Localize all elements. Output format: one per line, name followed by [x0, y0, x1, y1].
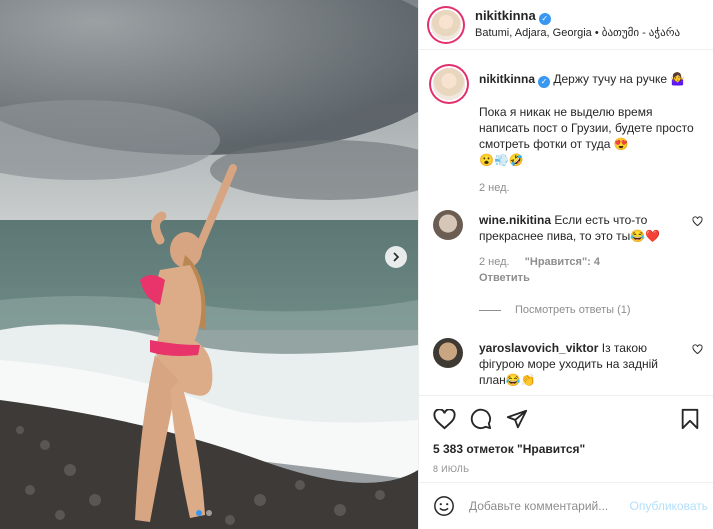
- caption-title: Держу тучу на ручке 🤷‍♀️: [553, 72, 686, 86]
- post-date: 8 июль: [433, 464, 470, 474]
- like-comment-heart-icon[interactable]: [692, 216, 703, 227]
- post-actions: 5 383 отметок "Нравится" 8 июль: [419, 395, 713, 487]
- caption-body: Пока я никак не выделю время написать по…: [479, 105, 694, 151]
- caption-username[interactable]: nikitkinna: [479, 72, 535, 86]
- carousel-dot-active: [196, 510, 202, 516]
- author-avatar[interactable]: [433, 68, 465, 100]
- comment-username[interactable]: yaroslavovich_viktor: [479, 341, 598, 355]
- next-photo-button[interactable]: [385, 246, 407, 268]
- comment: yaroslavovich_viktor Із такою фігурою мо…: [433, 338, 703, 395]
- share-button[interactable]: [506, 408, 528, 430]
- heart-icon: [433, 408, 456, 429]
- emoji-icon[interactable]: [433, 495, 455, 517]
- comment-likes[interactable]: "Нравится": 4: [525, 256, 600, 268]
- likes-count[interactable]: 5 383 отметок "Нравится": [433, 442, 700, 456]
- chevron-right-icon: [393, 252, 400, 262]
- comment-age: 2 нед.: [479, 256, 510, 268]
- comment: wine.nikitina Если есть что-то прекрасне…: [433, 210, 703, 300]
- carousel-dot: [206, 510, 212, 516]
- commenter-avatar[interactable]: [433, 338, 463, 368]
- avatar[interactable]: [431, 9, 461, 40]
- carousel-indicator: [196, 510, 212, 516]
- post-photo[interactable]: [0, 0, 418, 529]
- caption-emojis: 😮💨🤣: [479, 153, 524, 167]
- post-details-panel: nikitkinna ✓ Batumi, Adjara, Georgia • ბა…: [418, 0, 713, 529]
- post-location[interactable]: Batumi, Adjara, Georgia • ბათუმი - აჭარა: [475, 25, 680, 41]
- verified-badge-icon: ✓: [538, 13, 551, 25]
- commenter-avatar[interactable]: [433, 210, 463, 240]
- view-replies-label: Посмотреть ответы (1): [515, 304, 631, 316]
- comment-bubble-icon: [470, 408, 492, 430]
- comments-section: nikitkinna ✓ Держу тучу на ручке 🤷‍♀️ Пок…: [419, 50, 713, 395]
- beach-photo: [0, 0, 418, 529]
- bookmark-icon: [681, 408, 699, 430]
- add-comment-bar: Опубликовать: [419, 482, 713, 529]
- comment-input[interactable]: [469, 499, 630, 513]
- like-comment-heart-icon[interactable]: [692, 344, 703, 355]
- comment-username[interactable]: wine.nikitina: [479, 213, 551, 227]
- verified-badge-icon: ✓: [538, 76, 551, 88]
- replies-divider: [479, 309, 501, 311]
- publish-button[interactable]: Опубликовать: [630, 499, 708, 513]
- save-button[interactable]: [680, 408, 700, 430]
- like-button[interactable]: [433, 408, 456, 430]
- caption-age: 2 нед.: [479, 182, 510, 194]
- paper-plane-icon: [506, 409, 528, 429]
- post-header: nikitkinna ✓ Batumi, Adjara, Georgia • ბა…: [419, 0, 713, 50]
- view-replies-button[interactable]: Посмотреть ответы (1): [479, 304, 631, 316]
- comment-button[interactable]: [470, 408, 492, 430]
- author-username[interactable]: nikitkinna: [475, 8, 536, 23]
- reply-button[interactable]: Ответить: [479, 272, 530, 284]
- caption: nikitkinna ✓ Держу тучу на ручке 🤷‍♀️ Пок…: [433, 68, 703, 228]
